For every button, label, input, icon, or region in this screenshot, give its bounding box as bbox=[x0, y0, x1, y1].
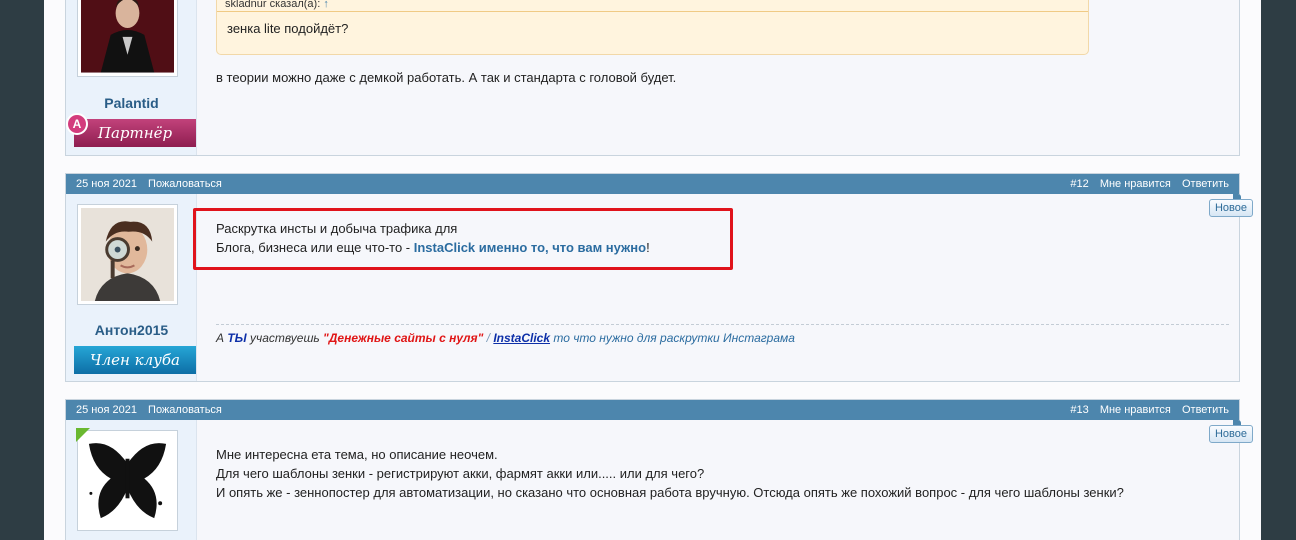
post-13: 25 ноя 2021 Пожаловаться #13 Мне нравитс… bbox=[65, 399, 1253, 540]
like-link[interactable]: Мне нравится bbox=[1100, 178, 1171, 190]
signature-instaclick-link[interactable]: InstaClick bbox=[493, 331, 550, 345]
like-link[interactable]: Мне нравится bbox=[1100, 404, 1171, 416]
quote-block: skladnur сказал(а): ↑ зенка lite подойдё… bbox=[216, 0, 1089, 55]
quote-text: зенка lite подойдёт? bbox=[227, 21, 349, 36]
money-sites-link[interactable]: Денежные сайты с нуля bbox=[329, 331, 478, 345]
avatar-image bbox=[81, 0, 174, 73]
user-info: Palantid A Партнёр bbox=[66, 0, 197, 155]
instaclick-link[interactable]: InstaClick именно то, что вам нужно bbox=[414, 240, 646, 255]
post-number-link[interactable]: #12 bbox=[1070, 178, 1088, 190]
post-text-fragment: ! bbox=[646, 240, 650, 255]
signature-you: ТЫ bbox=[227, 331, 247, 345]
signature-separator: / bbox=[483, 331, 494, 345]
user-info bbox=[66, 420, 197, 540]
quote-author: skladnur сказал(а): bbox=[225, 0, 321, 10]
partner-badge: A Партнёр bbox=[66, 113, 196, 147]
post-text-line: Блога, бизнеса или еще что-то - InstaCli… bbox=[216, 238, 1229, 257]
post-header: 25 ноя 2021 Пожаловаться #13 Мне нравитс… bbox=[66, 400, 1239, 420]
post-text: Раскрутка инсты и добыча трафика для Бло… bbox=[216, 219, 1229, 257]
report-link[interactable]: Пожаловаться bbox=[148, 178, 222, 190]
signature-text: участвуешь bbox=[246, 331, 324, 345]
post-text: Мне интересна ета тема, но описание неоч… bbox=[216, 445, 1229, 502]
partner-badge-icon: A bbox=[66, 113, 88, 135]
online-indicator bbox=[76, 428, 90, 442]
post-date[interactable]: 25 ноя 2021 bbox=[76, 404, 137, 416]
quote-header: skladnur сказал(а): ↑ bbox=[217, 0, 1088, 12]
avatar-image bbox=[81, 434, 174, 527]
post-text-line: И опять же - зеннопостер для автоматизац… bbox=[216, 485, 1124, 500]
post-text-line: Для чего шаблоны зенки - регистрируют ак… bbox=[216, 466, 705, 481]
signature-text: А bbox=[216, 331, 228, 345]
forum-page: Palantid A Партнёр skladnur сказал(а): ↑… bbox=[44, 0, 1261, 540]
badge-label: Партнёр bbox=[97, 124, 173, 142]
post-text-line: Мне интересна ета тема, но описание неоч… bbox=[216, 447, 498, 462]
avatar[interactable] bbox=[77, 204, 178, 305]
signature-text: то что нужно для раскрутки bbox=[550, 331, 724, 345]
new-post-badge: Новое bbox=[1209, 199, 1253, 217]
avatar[interactable] bbox=[77, 430, 178, 531]
avatar[interactable] bbox=[77, 0, 178, 77]
post-text: в теории можно даже с демкой работать. А… bbox=[216, 70, 677, 85]
report-link[interactable]: Пожаловаться bbox=[148, 404, 222, 416]
reply-link[interactable]: Ответить bbox=[1182, 178, 1229, 190]
post-12: 25 ноя 2021 Пожаловаться #12 Мне нравитс… bbox=[65, 173, 1253, 382]
signature-instagram-link[interactable]: Инстаграма bbox=[723, 331, 795, 345]
username[interactable]: Palantid bbox=[66, 95, 197, 111]
post-text-fragment: Блога, бизнеса или еще что-то - bbox=[216, 240, 414, 255]
username[interactable]: Антон2015 bbox=[66, 322, 197, 338]
post-header: 25 ноя 2021 Пожаловаться #12 Мне нравитс… bbox=[66, 174, 1239, 194]
post-date[interactable]: 25 ноя 2021 bbox=[76, 178, 137, 190]
reply-link[interactable]: Ответить bbox=[1182, 404, 1229, 416]
post-text-line: Раскрутка инсты и добыча трафика для bbox=[216, 221, 458, 236]
new-post-badge: Новое bbox=[1209, 425, 1253, 443]
avatar-image bbox=[81, 208, 174, 301]
signature: А ТЫ участвуешь "Денежные сайты с нуля" … bbox=[216, 324, 1229, 345]
user-info: Антон2015 Член клуба bbox=[66, 194, 197, 381]
member-badge: Член клуба bbox=[74, 346, 196, 374]
post-number-link[interactable]: #13 bbox=[1070, 404, 1088, 416]
quote-jump-arrow-icon[interactable]: ↑ bbox=[323, 0, 329, 10]
post-11: Palantid A Партнёр skladnur сказал(а): ↑… bbox=[65, 0, 1240, 156]
